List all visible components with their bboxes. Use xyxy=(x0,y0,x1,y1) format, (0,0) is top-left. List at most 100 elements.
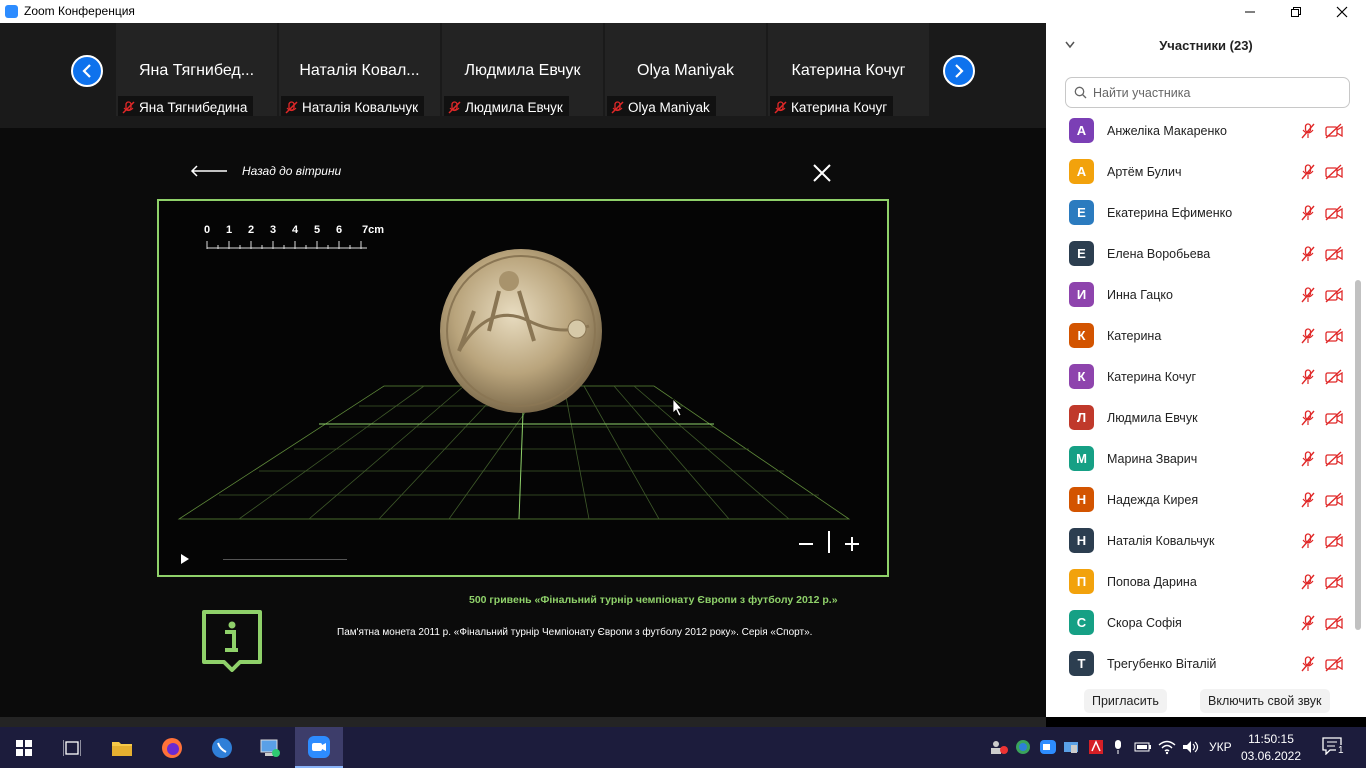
tile-label-text: Яна Тягнибедина xyxy=(139,99,248,115)
video-tile[interactable]: Olya Maniyak Olya Maniyak xyxy=(605,23,766,116)
participant-row[interactable]: П Попова Дарина xyxy=(1046,562,1356,603)
file-explorer-button[interactable] xyxy=(98,727,146,768)
muted-mic-icon[interactable] xyxy=(1300,492,1316,513)
clock[interactable]: 11:50:15 03.06.2022 xyxy=(1240,731,1302,765)
participant-row[interactable]: И Инна Гацко xyxy=(1046,275,1356,316)
participant-row[interactable]: Т Трегубенко Віталій xyxy=(1046,644,1356,679)
globe-tray-icon[interactable] xyxy=(1015,739,1031,755)
zoom-taskbar-button[interactable] xyxy=(295,727,343,768)
video-off-icon[interactable] xyxy=(1325,656,1343,677)
video-tile[interactable]: Катерина Кочуг Катерина Кочуг xyxy=(768,23,929,116)
task-view-button[interactable] xyxy=(48,727,96,768)
participant-row[interactable]: М Марина Зварич xyxy=(1046,439,1356,480)
network-drive-tray-icon[interactable] xyxy=(1063,739,1079,755)
video-off-icon[interactable] xyxy=(1325,574,1343,595)
muted-mic-icon[interactable] xyxy=(1300,656,1316,677)
participant-row[interactable]: С Скора Софія xyxy=(1046,603,1356,644)
notification-center-button[interactable]: 1 xyxy=(1322,737,1346,759)
muted-mic-icon[interactable] xyxy=(1300,246,1316,267)
zoom-out-icon[interactable] xyxy=(797,535,815,553)
participant-row[interactable]: Л Людмила Евчук xyxy=(1046,398,1356,439)
battery-icon[interactable] xyxy=(1134,739,1152,755)
strip-next-button[interactable] xyxy=(943,55,975,87)
wifi-icon[interactable] xyxy=(1158,739,1176,755)
close-icon[interactable] xyxy=(810,161,834,185)
zoom-in-icon[interactable] xyxy=(843,535,861,553)
video-off-icon[interactable] xyxy=(1325,328,1343,349)
video-off-icon[interactable] xyxy=(1325,205,1343,226)
participant-name: Инна Гацко xyxy=(1107,288,1173,302)
muted-mic-icon[interactable] xyxy=(1300,533,1316,554)
participant-row[interactable]: К Катерина Кочуг xyxy=(1046,357,1356,398)
unmute-button[interactable]: Включить свой звук xyxy=(1200,689,1330,713)
acrobat-tray-icon[interactable] xyxy=(1088,739,1104,755)
zoom-divider xyxy=(828,531,830,553)
muted-mic-icon[interactable] xyxy=(1300,369,1316,390)
participant-row[interactable]: Е Екатерина Ефименко xyxy=(1046,193,1356,234)
video-off-icon[interactable] xyxy=(1325,287,1343,308)
user-tray-icon[interactable] xyxy=(990,739,1008,755)
shared-screen: Назад до вітрини 0 1 2 3 4 5 6 7cm 500 г… xyxy=(0,128,1046,717)
video-off-icon[interactable] xyxy=(1325,533,1343,554)
participant-row[interactable]: Н Надежда Кирея xyxy=(1046,480,1356,521)
search-input[interactable] xyxy=(1093,85,1333,100)
restore-button[interactable] xyxy=(1273,0,1319,23)
participant-name: Елена Воробьева xyxy=(1107,247,1211,261)
muted-mic-icon[interactable] xyxy=(1300,164,1316,185)
video-tile[interactable]: Наталія Ковал... Наталія Ковальчук xyxy=(279,23,440,116)
video-off-icon[interactable] xyxy=(1325,492,1343,513)
close-window-button[interactable] xyxy=(1319,0,1365,23)
video-tile[interactable]: Яна Тягнибед... Яна Тягнибедина xyxy=(116,23,277,116)
video-off-icon[interactable] xyxy=(1325,123,1343,144)
animation-progress-track[interactable] xyxy=(223,559,347,560)
participant-row[interactable]: А Анжеліка Макаренко xyxy=(1046,111,1356,152)
network-app-button[interactable] xyxy=(246,727,294,768)
video-tile[interactable]: Людмила Евчук Людмила Евчук xyxy=(442,23,603,116)
viewer-canvas: 0 1 2 3 4 5 6 7cm xyxy=(177,224,851,520)
avatar: Е xyxy=(1069,200,1094,225)
tile-label-text: Olya Maniyak xyxy=(628,99,710,115)
ruler xyxy=(206,241,367,249)
zoom-tray-icon[interactable] xyxy=(1040,739,1056,755)
back-to-showcase-link[interactable]: Назад до вітрини xyxy=(190,164,341,178)
muted-mic-icon[interactable] xyxy=(1300,287,1316,308)
firefox-button[interactable] xyxy=(148,727,196,768)
language-indicator[interactable]: УКР xyxy=(1209,740,1232,754)
muted-mic-icon[interactable] xyxy=(1300,574,1316,595)
muted-mic-icon[interactable] xyxy=(1300,410,1316,431)
volume-icon[interactable] xyxy=(1182,739,1200,755)
video-off-icon[interactable] xyxy=(1325,246,1343,267)
muted-mic-icon[interactable] xyxy=(1300,205,1316,226)
minimize-button[interactable] xyxy=(1227,0,1273,23)
start-button[interactable] xyxy=(0,727,48,768)
tile-name-label: Катерина Кочуг xyxy=(770,96,894,116)
muted-mic-icon[interactable] xyxy=(1300,615,1316,636)
video-off-icon[interactable] xyxy=(1325,369,1343,390)
tile-display-name: Катерина Кочуг xyxy=(791,62,906,79)
video-off-icon[interactable] xyxy=(1325,615,1343,636)
ruler-label: 0 xyxy=(204,224,210,236)
microphone-tray-icon[interactable] xyxy=(1112,739,1124,755)
strip-prev-button[interactable] xyxy=(71,55,103,87)
muted-mic-icon[interactable] xyxy=(1300,451,1316,472)
play-icon[interactable] xyxy=(179,553,191,565)
video-off-icon[interactable] xyxy=(1325,164,1343,185)
participant-name: Катерина Кочуг xyxy=(1107,370,1197,384)
invite-button[interactable]: Пригласить xyxy=(1084,689,1167,713)
participant-row[interactable]: К Катерина xyxy=(1046,316,1356,357)
tile-display-name: Olya Maniyak xyxy=(637,62,734,79)
video-off-icon[interactable] xyxy=(1325,410,1343,431)
muted-mic-icon[interactable] xyxy=(1300,123,1316,144)
coin-3d-viewer[interactable]: 0 1 2 3 4 5 6 7cm xyxy=(157,199,889,577)
firefox-icon xyxy=(162,737,182,758)
participant-name: Артём Булич xyxy=(1107,165,1182,179)
app-button[interactable] xyxy=(198,727,246,768)
participant-list-scrollbar[interactable] xyxy=(1355,280,1361,630)
muted-mic-icon[interactable] xyxy=(1300,328,1316,349)
ruler-label: 4 xyxy=(292,224,299,236)
video-off-icon[interactable] xyxy=(1325,451,1343,472)
participant-row[interactable]: Е Елена Воробьева xyxy=(1046,234,1356,275)
participant-row[interactable]: Н Наталія Ковальчук xyxy=(1046,521,1356,562)
participant-search[interactable] xyxy=(1065,77,1350,108)
participant-row[interactable]: А Артём Булич xyxy=(1046,152,1356,193)
